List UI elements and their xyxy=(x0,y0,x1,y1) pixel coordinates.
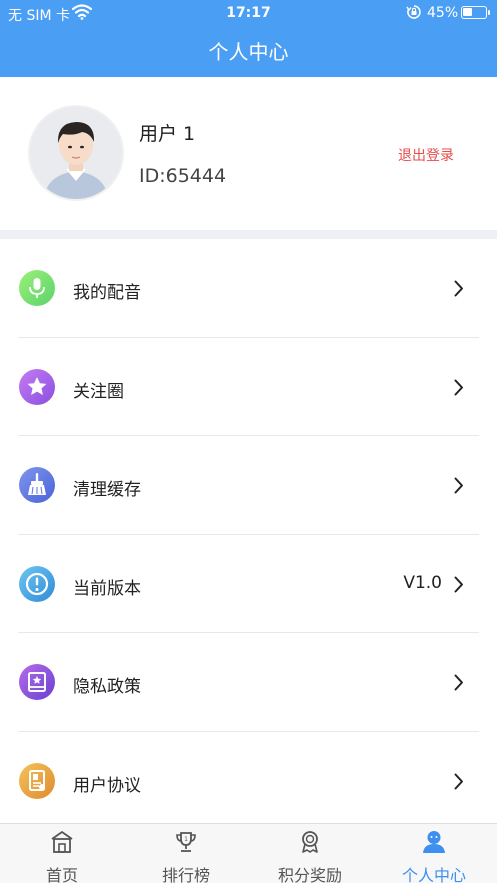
chevron-right-icon xyxy=(454,379,464,400)
broom-icon xyxy=(19,467,55,503)
trophy-icon: 1 xyxy=(174,830,198,854)
tab-ranking[interactable]: 1 排行榜 xyxy=(124,824,248,883)
agreement-document-icon xyxy=(19,762,55,799)
chevron-right-icon xyxy=(454,674,464,695)
section-divider xyxy=(0,230,497,239)
star-icon xyxy=(19,368,55,405)
home-icon xyxy=(50,830,74,854)
tab-bar: 首页 1 排行榜 积分奖励 个人中心 xyxy=(0,823,497,883)
tab-label: 排行榜 xyxy=(161,866,210,883)
avatar xyxy=(28,105,124,201)
tab-home[interactable]: 首页 xyxy=(0,824,124,883)
svg-text:1: 1 xyxy=(184,836,188,843)
menu-item-privacy-policy[interactable]: 隐私政策 xyxy=(0,633,497,732)
page-title: 个人中心 xyxy=(208,40,289,64)
privacy-book-icon xyxy=(19,664,55,700)
user-icon xyxy=(422,830,446,854)
battery-percentage: 45% xyxy=(427,5,459,21)
logout-button[interactable]: 退出登录 xyxy=(398,145,454,165)
menu-item-my-dubbing[interactable]: 我的配音 xyxy=(0,239,497,338)
header: 无 SIM 卡 17:17 45% 个人中心 xyxy=(0,0,497,77)
menu-item-user-agreement[interactable]: 用户协议 xyxy=(0,732,497,831)
medal-icon xyxy=(298,830,322,854)
battery-icon xyxy=(461,6,490,19)
tab-profile[interactable]: 个人中心 xyxy=(372,824,496,883)
menu-label: 清理缓存 xyxy=(73,480,141,500)
tab-label: 首页 xyxy=(45,866,78,883)
chevron-right-icon xyxy=(454,773,464,794)
username: 用户 1 xyxy=(139,123,196,145)
menu-label: 我的配音 xyxy=(73,283,141,303)
chevron-right-icon xyxy=(454,576,464,597)
menu-label: 当前版本 xyxy=(73,578,141,599)
menu-label: 隐私政策 xyxy=(73,677,141,697)
menu-item-follow-circle[interactable]: 关注圈 xyxy=(0,338,497,436)
version-value: V1.0 xyxy=(403,572,442,593)
chevron-right-icon xyxy=(454,280,464,301)
menu-item-clear-cache[interactable]: 清理缓存 xyxy=(0,436,497,535)
status-bar: 无 SIM 卡 17:17 45% xyxy=(0,0,497,26)
microphone-icon xyxy=(19,270,55,306)
menu-label: 关注圈 xyxy=(73,381,124,402)
user-id: ID:65444 xyxy=(139,165,227,187)
info-icon xyxy=(19,565,55,602)
clock: 17:17 xyxy=(226,5,271,21)
tab-label: 积分奖励 xyxy=(277,866,342,883)
profile-card: 用户 1 ID:65444 退出登录 xyxy=(0,77,497,230)
chevron-right-icon xyxy=(454,477,464,498)
tab-points-rewards[interactable]: 积分奖励 xyxy=(248,824,372,883)
menu-label: 用户协议 xyxy=(73,775,141,796)
menu-item-current-version[interactable]: 当前版本 V1.0 xyxy=(0,535,497,633)
settings-menu: 我的配音 关注圈 清理缓存 当前版本 V1.0 隐私政策 用户协议 xyxy=(0,239,497,830)
rotation-lock-icon xyxy=(406,4,422,24)
tab-label: 个人中心 xyxy=(401,866,466,883)
